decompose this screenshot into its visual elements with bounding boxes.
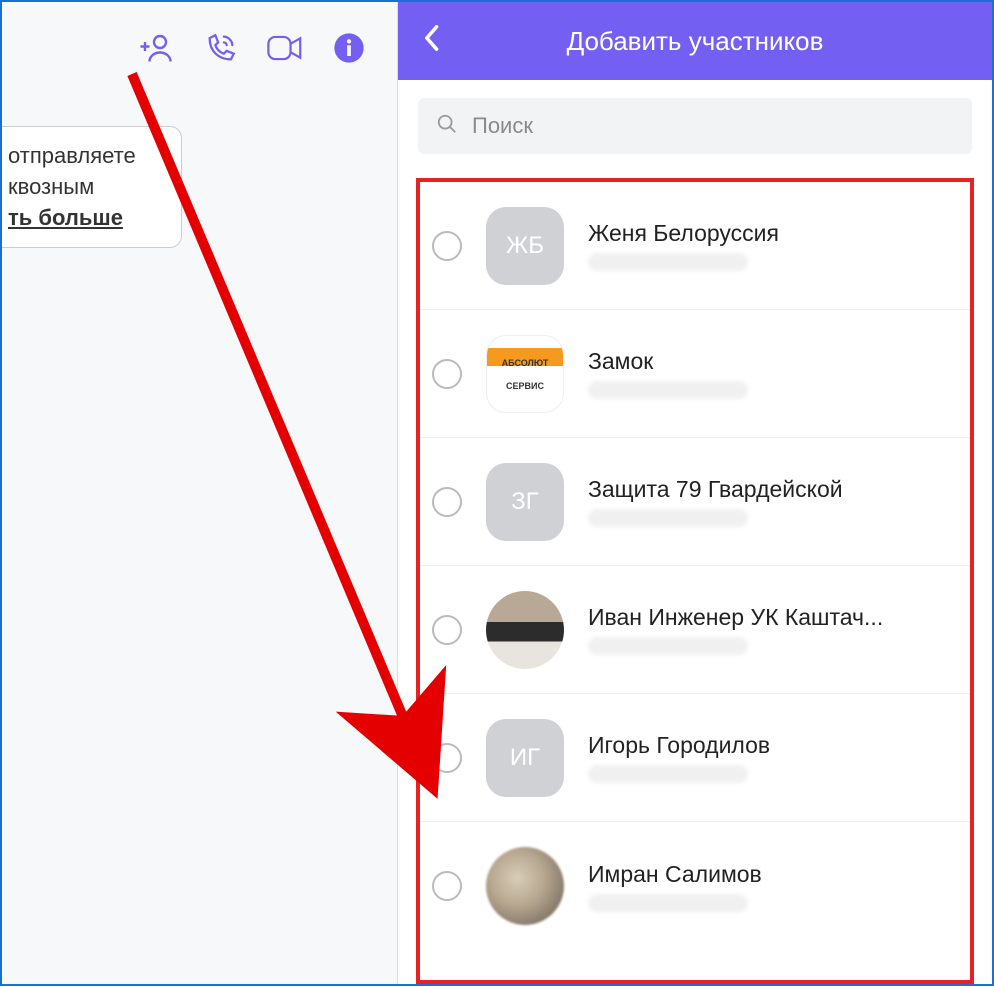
contact-row[interactable]: АБСОЛЮТ СЕРВИС Замок <box>420 310 970 438</box>
video-call-icon[interactable] <box>267 30 303 66</box>
panel-header: Добавить участников <box>398 2 992 80</box>
contact-name: Иван Инженер УК Каштач... <box>588 604 958 631</box>
learn-more-link[interactable]: ть больше <box>8 203 169 234</box>
search-box[interactable] <box>418 98 972 154</box>
back-icon[interactable] <box>422 24 440 59</box>
avatar <box>486 591 564 669</box>
contact-checkbox[interactable] <box>432 487 462 517</box>
logo-text: АБСОЛЮТ <box>502 359 549 368</box>
right-pane: Добавить участников ЖБ Женя Белоруссия <box>398 2 992 984</box>
logo-text: СЕРВИС <box>506 382 544 391</box>
contact-info: Замок <box>588 348 958 399</box>
contact-name: Замок <box>588 348 958 375</box>
add-contact-icon[interactable] <box>139 30 175 66</box>
left-pane: отправляете квозным ть больше <box>2 2 398 984</box>
call-icon[interactable] <box>203 30 239 66</box>
contact-info: Защита 79 Гвардейской <box>588 476 958 527</box>
contact-subtext <box>588 381 748 399</box>
contact-row[interactable]: Имран Салимов <box>420 822 970 950</box>
contact-row[interactable]: Иван Инженер УК Каштач... <box>420 566 970 694</box>
contact-info: Игорь Городилов <box>588 732 958 783</box>
search-input[interactable] <box>472 113 954 139</box>
msg-line: отправляете <box>8 141 169 172</box>
panel-title: Добавить участников <box>398 26 992 57</box>
contact-info: Женя Белоруссия <box>588 220 958 271</box>
contact-checkbox[interactable] <box>432 359 462 389</box>
contact-row[interactable]: ИГ Игорь Городилов <box>420 694 970 822</box>
info-icon[interactable] <box>331 30 367 66</box>
avatar-initials: ИГ <box>510 744 540 772</box>
contact-checkbox[interactable] <box>432 231 462 261</box>
search-icon <box>436 113 458 140</box>
avatar <box>486 847 564 925</box>
contact-subtext <box>588 894 748 912</box>
avatar-initials: ЖБ <box>506 232 544 260</box>
contact-name: Защита 79 Гвардейской <box>588 476 958 503</box>
contact-name: Имран Салимов <box>588 861 958 888</box>
contact-row[interactable]: ЖБ Женя Белоруссия <box>420 182 970 310</box>
avatar-initials: ЗГ <box>511 488 539 516</box>
contact-info: Иван Инженер УК Каштач... <box>588 604 958 655</box>
contacts-list-highlight: ЖБ Женя Белоруссия АБСОЛЮТ СЕРВИС Замок … <box>416 178 974 984</box>
contact-info: Имран Салимов <box>588 861 958 912</box>
avatar: АБСОЛЮТ СЕРВИС <box>486 335 564 413</box>
contact-checkbox[interactable] <box>432 871 462 901</box>
contact-subtext <box>588 765 748 783</box>
avatar: ИГ <box>486 719 564 797</box>
contact-checkbox[interactable] <box>432 743 462 773</box>
search-wrap <box>398 80 992 172</box>
contact-row[interactable]: ЗГ Защита 79 Гвардейской <box>420 438 970 566</box>
contact-name: Женя Белоруссия <box>588 220 958 247</box>
msg-line: квозным <box>8 172 169 203</box>
contact-checkbox[interactable] <box>432 615 462 645</box>
avatar: ЗГ <box>486 463 564 541</box>
contact-subtext <box>588 509 748 527</box>
avatar: ЖБ <box>486 207 564 285</box>
contact-subtext <box>588 637 748 655</box>
contact-subtext <box>588 253 748 271</box>
encryption-message: отправляете квозным ть больше <box>2 126 182 248</box>
contact-name: Игорь Городилов <box>588 732 958 759</box>
toolbar <box>2 2 397 66</box>
